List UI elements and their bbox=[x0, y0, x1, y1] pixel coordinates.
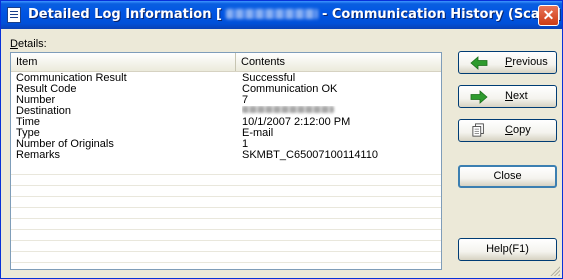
next-label: Next bbox=[505, 90, 528, 102]
close-label: Close bbox=[493, 170, 522, 182]
right-arrow-icon bbox=[470, 90, 488, 104]
title-suffix: - Communication History (Scan)] bbox=[321, 7, 561, 22]
list-header: Item Contents bbox=[11, 53, 441, 72]
cell-item: Result Code bbox=[16, 84, 77, 95]
grid-line bbox=[11, 251, 441, 252]
cell-item: Communication Result bbox=[16, 73, 127, 84]
cell-contents: Communication OK bbox=[242, 84, 338, 95]
cell-item: Remarks bbox=[16, 150, 61, 161]
close-icon: ✕ bbox=[542, 7, 555, 23]
grid-line bbox=[11, 240, 441, 241]
grid-line bbox=[11, 174, 441, 175]
close-window-button[interactable]: ✕ bbox=[538, 5, 559, 26]
cell-item: Number bbox=[16, 95, 56, 106]
grid-line bbox=[11, 207, 441, 208]
title-prefix: Detailed Log Information [ bbox=[28, 7, 222, 22]
cell-contents: 1 bbox=[242, 139, 249, 150]
help-button[interactable]: Help(F1) bbox=[458, 238, 557, 261]
details-list-view[interactable]: Item Contents Communication Result Succe… bbox=[10, 52, 442, 270]
table-row[interactable]: Destination bbox=[11, 106, 441, 117]
resize-grip[interactable] bbox=[548, 264, 560, 276]
table-row[interactable]: Remarks SKMBT_C65007100114110 bbox=[11, 150, 441, 161]
cell-item: Time bbox=[16, 117, 41, 128]
grid-line bbox=[11, 262, 441, 263]
title-bar[interactable]: Detailed Log Information [ - Communicatio… bbox=[1, 1, 562, 29]
grid-line bbox=[11, 185, 441, 186]
column-header-contents[interactable]: Contents bbox=[236, 53, 441, 71]
cell-contents: E-mail bbox=[242, 128, 274, 139]
window-title: Detailed Log Information [ - Communicatio… bbox=[28, 7, 561, 22]
cell-contents: 10/1/2007 2:12:00 PM bbox=[242, 117, 351, 128]
table-row[interactable]: Number 7 bbox=[11, 95, 441, 106]
cell-contents: 7 bbox=[242, 95, 249, 106]
table-row[interactable]: Type E-mail bbox=[11, 128, 441, 139]
close-button[interactable]: Close bbox=[458, 165, 557, 188]
grid-line bbox=[11, 218, 441, 219]
left-arrow-icon bbox=[470, 56, 488, 70]
next-button[interactable]: Next bbox=[458, 85, 557, 108]
details-label-accelerator: D bbox=[10, 38, 18, 50]
copy-button[interactable]: Copy bbox=[458, 119, 557, 142]
cell-contents: SKMBT_C65007100114110 bbox=[242, 150, 378, 161]
grid-line bbox=[11, 229, 441, 230]
cell-item: Type bbox=[16, 128, 40, 139]
document-icon bbox=[7, 7, 21, 23]
copy-icon bbox=[472, 123, 484, 137]
help-label: Help(F1) bbox=[486, 243, 529, 255]
cell-contents: Successful bbox=[242, 73, 296, 84]
previous-button[interactable]: Previous bbox=[458, 51, 557, 74]
table-row[interactable]: Result Code Communication OK bbox=[11, 84, 441, 95]
redacted-address bbox=[225, 9, 318, 19]
cell-contents-redacted bbox=[242, 106, 437, 117]
grid-line bbox=[11, 196, 441, 197]
details-label: Details: bbox=[10, 38, 47, 50]
details-label-text: etails: bbox=[17, 38, 47, 50]
table-row[interactable]: Communication Result Successful bbox=[11, 73, 441, 84]
table-row[interactable]: Time 10/1/2007 2:12:00 PM bbox=[11, 117, 441, 128]
table-row[interactable]: Number of Originals 1 bbox=[11, 139, 441, 150]
cell-item: Destination bbox=[16, 106, 72, 117]
column-header-item[interactable]: Item bbox=[11, 53, 236, 71]
previous-label: Previous bbox=[505, 56, 548, 68]
cell-item: Number of Originals bbox=[16, 139, 114, 150]
redacted-destination bbox=[242, 106, 334, 113]
dialog-window: Detailed Log Information [ - Communicatio… bbox=[0, 0, 563, 279]
copy-label: Copy bbox=[505, 124, 531, 136]
